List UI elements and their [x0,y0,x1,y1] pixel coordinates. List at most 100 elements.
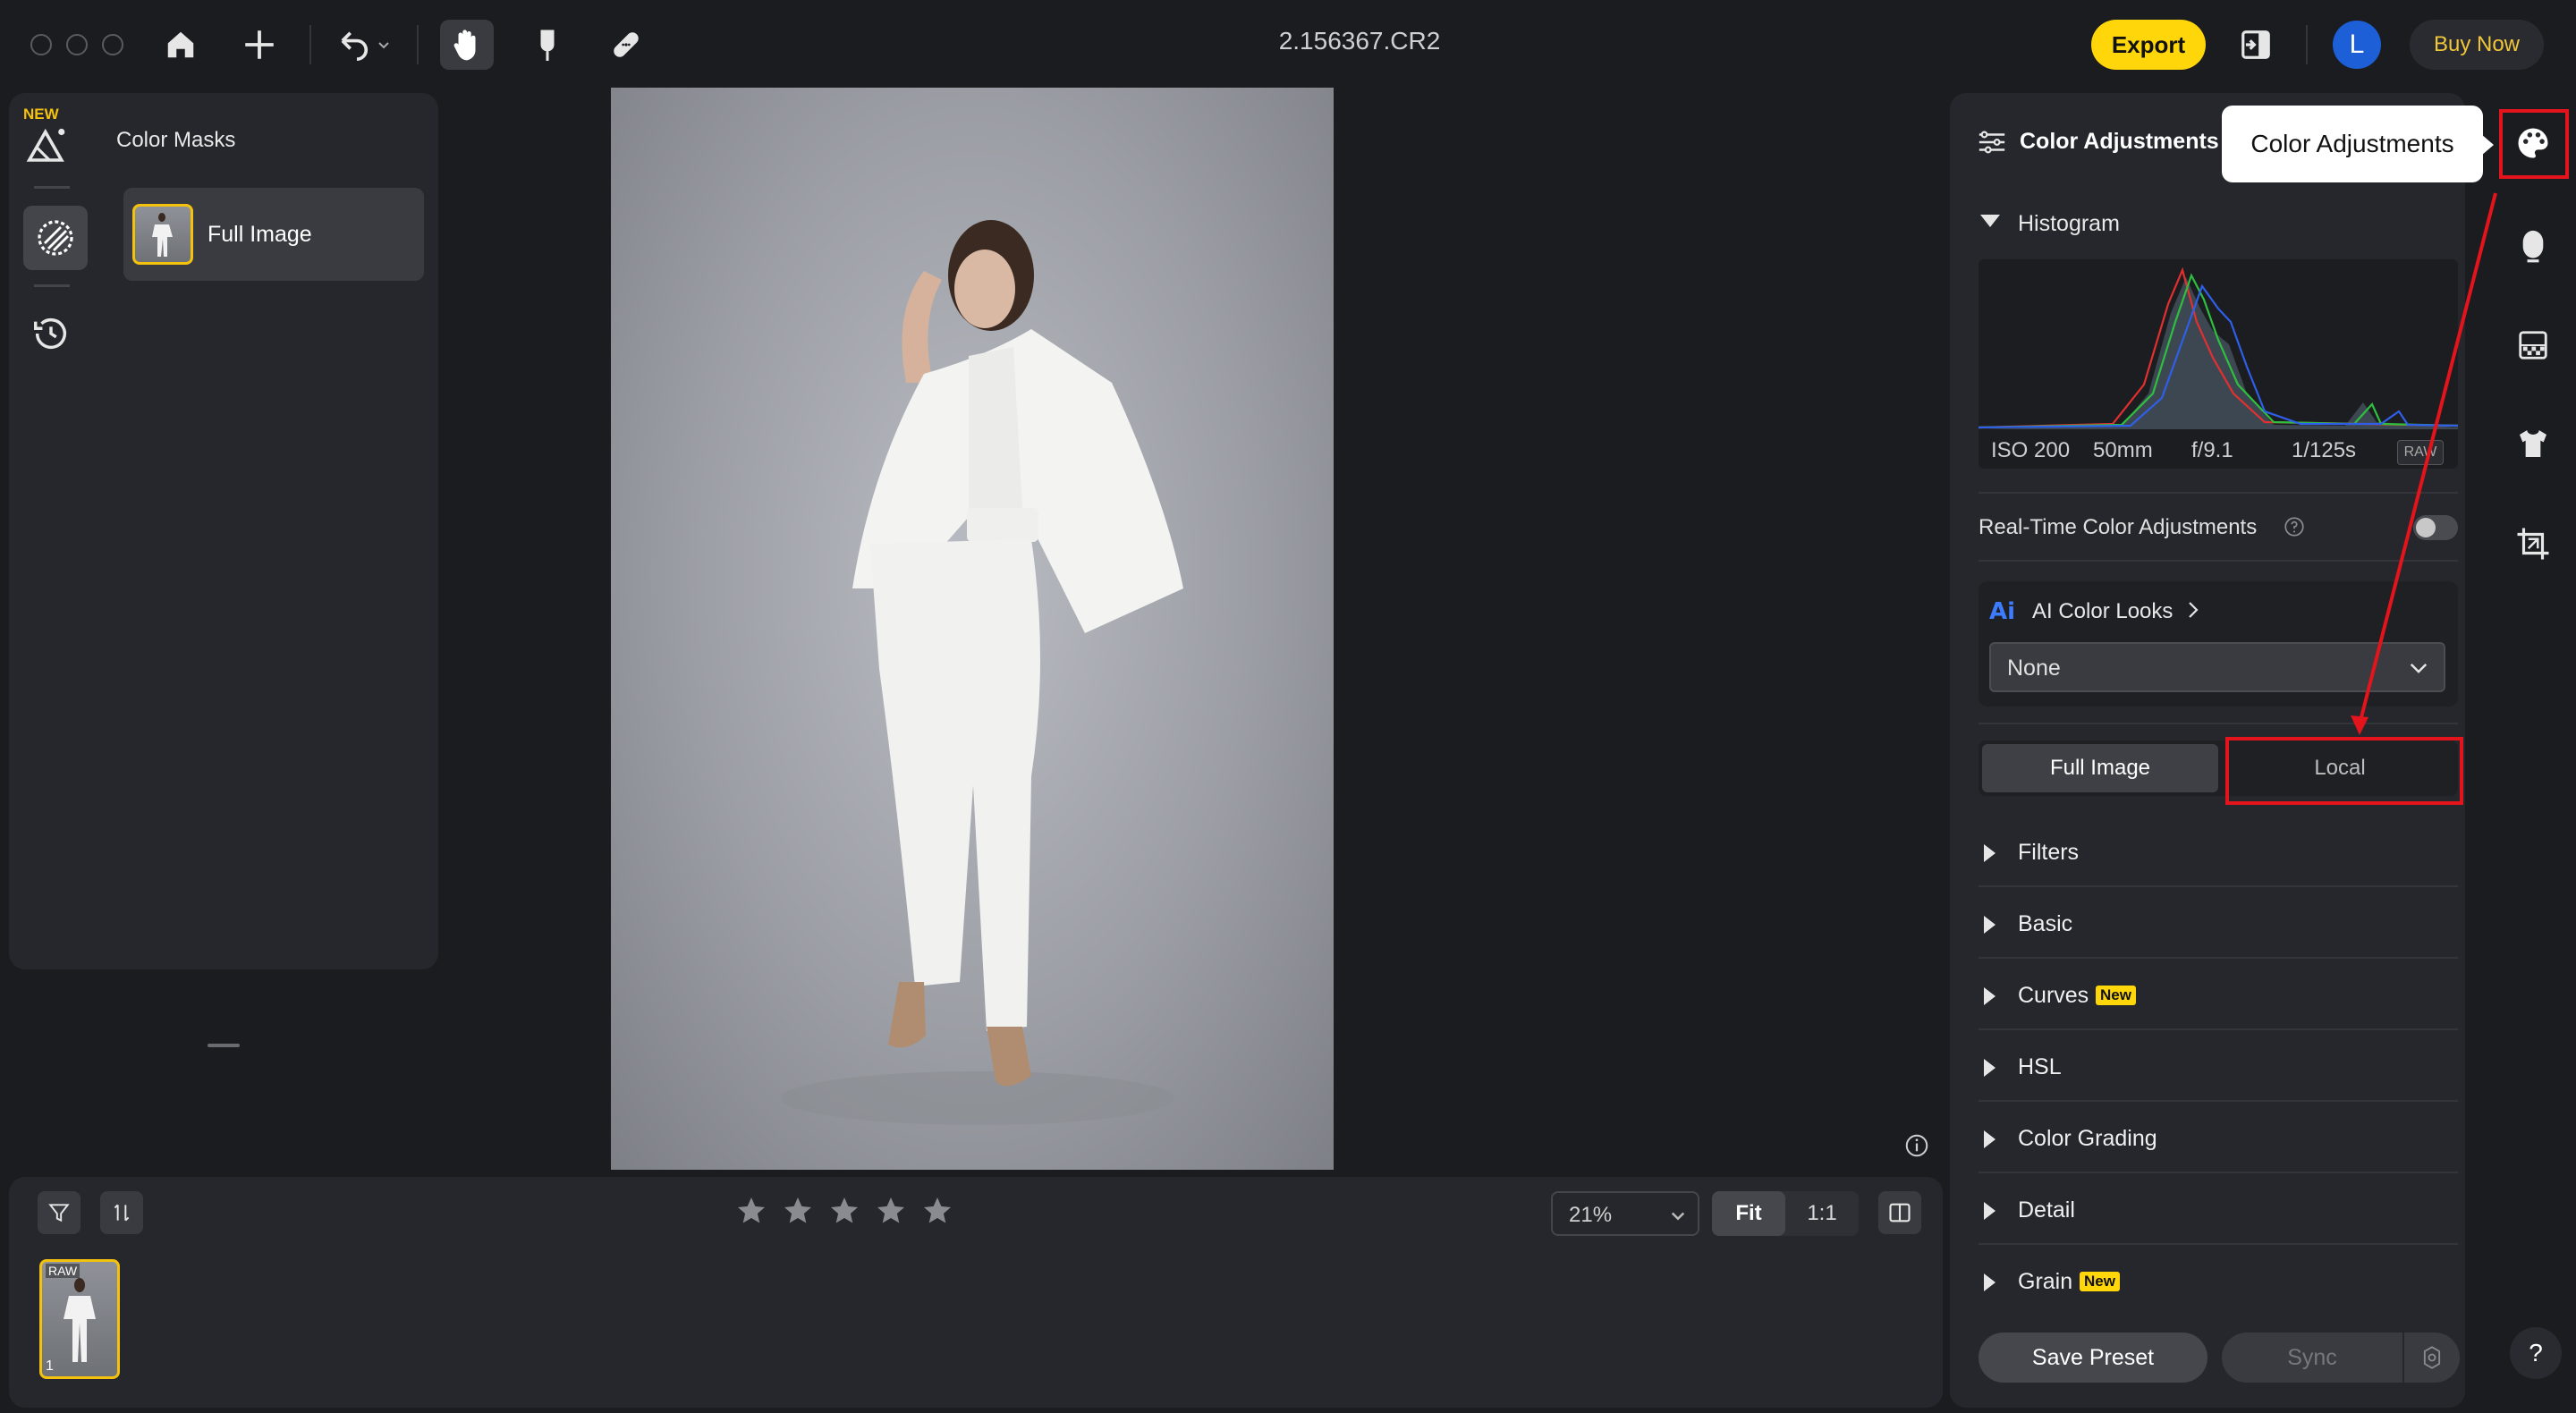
window-minimize-button[interactable] [66,34,88,55]
crop-icon [2514,525,2552,563]
expand-triangle-icon [1984,916,1996,934]
window-close-button[interactable] [30,34,52,55]
filmstrip-thumbnail[interactable]: RAW 1 [39,1259,120,1379]
sort-button[interactable] [100,1191,143,1234]
chevron-down-icon [1669,1206,1687,1224]
expand-triangle-icon [1984,1130,1996,1148]
history-button[interactable] [30,313,72,354]
star-rating[interactable] [735,1195,977,1232]
add-button[interactable] [233,20,286,70]
sync-button[interactable]: Sync [2222,1333,2402,1383]
export-button[interactable]: Export [2091,20,2206,70]
expand-triangle-icon [1984,1059,1996,1077]
filter-icon [47,1201,71,1224]
filter-button[interactable] [38,1191,80,1234]
panel-title: Color Adjustments [2020,129,2219,154]
raw-badge: RAW [46,1264,80,1278]
hand-tool-button[interactable] [440,20,494,70]
fit-button[interactable]: Fit [1712,1191,1785,1236]
masks-title: Color Masks [116,128,236,152]
ai-mask-tool[interactable] [23,120,72,168]
save-preset-button[interactable]: Save Preset [1979,1333,2207,1383]
zoom-select[interactable]: 21% [1551,1191,1699,1236]
expand-triangle-icon [1984,1202,1996,1220]
mask-thumbnail [132,204,193,265]
background-tab[interactable] [2504,317,2562,374]
question-circle-icon [2283,515,2306,538]
compare-button[interactable] [1878,1191,1921,1234]
new-badge: New [2096,986,2136,1005]
toolbar-divider [309,25,311,64]
document-title: 2.156367.CR2 [1278,27,1441,55]
divider [1979,957,2458,959]
star-icon[interactable] [921,1195,953,1231]
annotation-highlight-local [2225,737,2463,805]
face-icon [2515,226,2551,264]
panel-toggle-button[interactable] [2229,20,2283,70]
annotation-arrow [2351,192,2497,735]
clothing-tab[interactable] [2504,415,2562,472]
section-label: Basic [2018,911,2073,936]
help-tooltip-button[interactable] [2283,515,2306,538]
shirt-icon [2515,427,2551,461]
star-icon[interactable] [875,1195,907,1231]
scope-full-image-button[interactable]: Full Image [1982,744,2218,792]
portrait-tab[interactable] [2504,216,2562,274]
divider [34,284,70,287]
resize-grip[interactable] [208,1044,240,1047]
info-icon [1903,1132,1930,1159]
filmstrip-panel: 21% Fit 1:1 RAW 1 [9,1177,1943,1408]
undo-icon [337,28,377,62]
crop-tab[interactable] [2504,515,2562,572]
section-basic[interactable]: Basic [1979,889,2458,959]
color-mask-tool[interactable] [23,206,88,270]
sort-icon [110,1201,133,1224]
histogram-collapse-toggle[interactable] [1980,215,2000,227]
section-curves[interactable]: Curves New [1979,960,2458,1030]
star-icon[interactable] [735,1195,767,1231]
divider [1979,1028,2458,1030]
info-button[interactable] [1903,1132,1930,1159]
section-detail[interactable]: Detail [1979,1175,2458,1245]
buy-now-button[interactable]: Buy Now [2410,20,2544,70]
heal-tool-button[interactable] [599,20,653,70]
divider [1979,1100,2458,1102]
svg-text:Ai: Ai [1989,598,2015,624]
section-label: Detail [2018,1197,2075,1223]
window-zoom-button[interactable] [102,34,123,55]
user-avatar[interactable]: L [2333,21,2381,69]
ai-logo: Ai [1989,597,2020,624]
retouch-tool-button[interactable] [521,20,574,70]
sliders-icon [1977,129,2007,156]
mask-item-full-image[interactable]: Full Image [123,188,424,281]
new-badge: New [2080,1272,2120,1291]
section-label: Curves [2018,983,2089,1008]
star-icon[interactable] [828,1195,860,1231]
section-label: Filters [2018,840,2080,865]
section-color-grading[interactable]: Color Grading [1979,1104,2458,1173]
divider [34,186,70,189]
hand-icon [450,26,484,63]
section-filters[interactable]: Filters [1979,817,2458,887]
expand-triangle-icon [1984,1273,1996,1291]
expand-triangle-icon [1984,987,1996,1005]
one-to-one-button[interactable]: 1:1 [1785,1191,1859,1236]
photo-preview[interactable] [611,88,1334,1170]
exif-focal-length: 50mm [2093,438,2153,462]
sync-settings-button[interactable] [2404,1333,2460,1383]
section-grain[interactable]: Grain New [1979,1247,2458,1316]
undo-button[interactable] [324,20,404,70]
help-button[interactable]: ? [2510,1327,2562,1379]
star-icon[interactable] [782,1195,814,1231]
exif-aperture: f/9.1 [2191,438,2233,462]
adjustments-menu-button[interactable] [1977,129,2007,156]
home-button[interactable] [154,20,208,70]
ai-color-looks-value: None [2007,656,2061,681]
mask-item-label: Full Image [208,222,312,247]
expand-triangle-icon [1984,844,1996,862]
ai-color-looks-link[interactable]: AI Color Looks [2032,599,2173,624]
compare-icon [1887,1200,1912,1225]
section-label: HSL [2018,1054,2062,1079]
section-hsl[interactable]: HSL [1979,1032,2458,1102]
hatched-circle-icon [34,216,77,259]
